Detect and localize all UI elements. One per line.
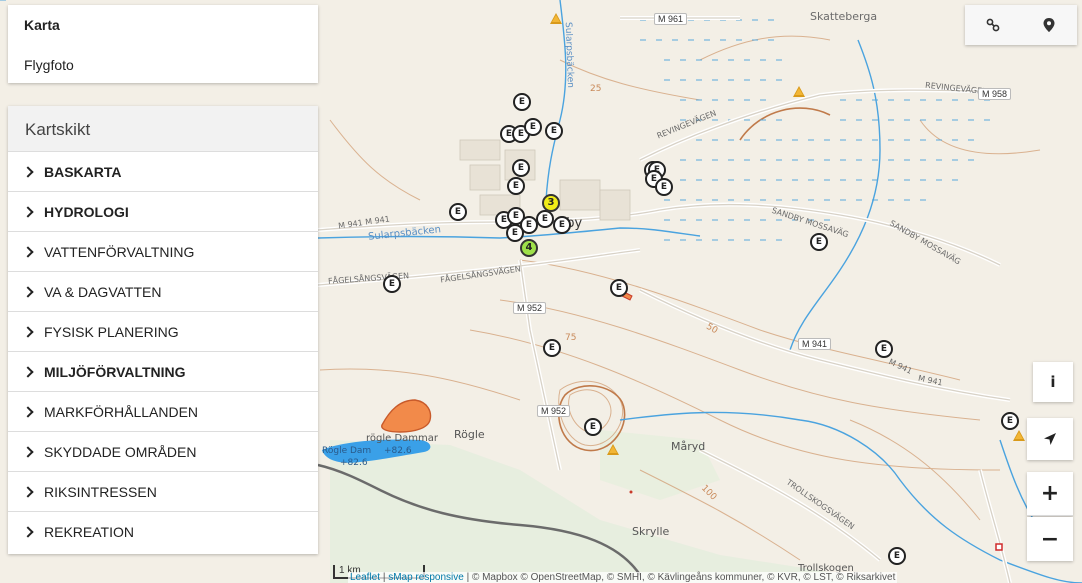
leaflet-link[interactable]: Leaflet bbox=[350, 572, 380, 583]
warning-triangle-marker[interactable] bbox=[550, 13, 562, 24]
layer-group-label: FYSISK PLANERING bbox=[44, 324, 179, 340]
place-label-skrylle: Skrylle bbox=[632, 525, 670, 538]
map-marker-e[interactable]: E bbox=[513, 93, 531, 111]
share-link-button[interactable] bbox=[965, 5, 1021, 45]
layer-group-rekreation[interactable]: REKREATION bbox=[8, 512, 318, 552]
place-label-rogle-dam: Rögle Dam bbox=[322, 446, 372, 456]
elevation-label-2: +82.6 bbox=[340, 458, 368, 468]
chevron-right-icon bbox=[22, 326, 34, 338]
warning-triangle-marker[interactable] bbox=[607, 444, 619, 455]
chevron-right-icon bbox=[22, 406, 34, 418]
map-cluster-marker[interactable]: 4 bbox=[520, 239, 538, 257]
attribution-text: | © Mapbox © OpenStreetMap, © SMHI, © Kä… bbox=[466, 572, 896, 583]
layer-group-label: SKYDDADE OMRÅDEN bbox=[44, 444, 197, 460]
map-marker-e[interactable]: E bbox=[543, 339, 561, 357]
layer-group-label: BASKARTA bbox=[44, 164, 122, 180]
elevation-label-1: +82.6 bbox=[384, 446, 412, 456]
red-square bbox=[995, 543, 1003, 551]
geolocate-button[interactable] bbox=[1027, 418, 1073, 460]
map-marker-e[interactable]: E bbox=[610, 279, 628, 297]
info-button[interactable]: i bbox=[1033, 362, 1073, 402]
layer-list: BASKARTA HYDROLOGI VATTENFÖRVALTNING VA … bbox=[8, 152, 318, 552]
top-toolbar bbox=[965, 5, 1077, 45]
layer-group-label: MILJÖFÖRVALTNING bbox=[44, 364, 186, 380]
layer-group-riksintressen[interactable]: RIKSINTRESSEN bbox=[8, 472, 318, 512]
warning-triangle-marker[interactable] bbox=[1013, 430, 1025, 441]
layer-group-label: VA & DAGVATTEN bbox=[44, 284, 162, 300]
place-label-rogle: Rögle bbox=[454, 428, 485, 441]
smap-link[interactable]: sMap responsive bbox=[388, 572, 464, 583]
map-marker-e[interactable]: E bbox=[810, 233, 828, 251]
contour-label-75: 75 bbox=[565, 333, 577, 343]
road-shield-m941: M 941 bbox=[798, 338, 832, 350]
map-marker-e[interactable]: E bbox=[383, 275, 401, 293]
layer-group-label: RIKSINTRESSEN bbox=[44, 484, 157, 500]
layer-group-label: REKREATION bbox=[44, 524, 134, 540]
place-label-maryd: Måryd bbox=[671, 440, 706, 453]
map-marker-e[interactable]: E bbox=[655, 178, 673, 196]
layer-group-label: MARKFÖRHÅLLANDEN bbox=[44, 404, 199, 420]
map-marker-e[interactable]: E bbox=[553, 216, 571, 234]
place-label-rogle-dammar: rögle Dammar bbox=[366, 433, 439, 444]
road-shield-m952-2: M 952 bbox=[537, 405, 571, 417]
road-shield-m958: M 958 bbox=[978, 88, 1012, 100]
chevron-right-icon bbox=[22, 246, 34, 258]
warning-triangle-marker[interactable] bbox=[793, 86, 805, 97]
attribution: Leaflet | sMap responsive | © Mapbox © O… bbox=[348, 572, 898, 583]
layer-group-fysisk-planering[interactable]: FYSISK PLANERING bbox=[8, 312, 318, 352]
layer-group-markforhallanden[interactable]: MARKFÖRHÅLLANDEN bbox=[8, 392, 318, 432]
map-pin-icon bbox=[1043, 18, 1055, 32]
map-marker-e[interactable]: E bbox=[449, 203, 467, 221]
layer-group-va-dagvatten[interactable]: VA & DAGVATTEN bbox=[8, 272, 318, 312]
chevron-right-icon bbox=[22, 206, 34, 218]
zoom-out-button[interactable]: − bbox=[1027, 517, 1073, 561]
road-shield-m961: M 961 bbox=[654, 13, 688, 25]
map-marker-e[interactable]: E bbox=[512, 159, 530, 177]
zoom-in-button[interactable]: + bbox=[1027, 472, 1073, 516]
layer-group-skyddade-omraden[interactable]: SKYDDADE OMRÅDEN bbox=[8, 432, 318, 472]
chevron-right-icon bbox=[22, 286, 34, 298]
layer-group-vattenforvaltning[interactable]: VATTENFÖRVALTNING bbox=[8, 232, 318, 272]
layer-group-baskarta[interactable]: BASKARTA bbox=[8, 152, 318, 192]
chevron-right-icon bbox=[22, 366, 34, 378]
layer-group-label: HYDROLOGI bbox=[44, 204, 129, 220]
contour-label-25: 25 bbox=[590, 84, 602, 94]
map-marker-e[interactable]: E bbox=[536, 210, 554, 228]
road-shield-m952: M 952 bbox=[513, 302, 547, 314]
map-marker-e[interactable]: E bbox=[545, 122, 563, 140]
chevron-right-icon bbox=[22, 526, 34, 538]
chevron-right-icon bbox=[22, 486, 34, 498]
map-cluster-marker[interactable]: 3 bbox=[542, 194, 560, 212]
layer-group-miljoforvaltning[interactable]: MILJÖFÖRVALTNING bbox=[8, 352, 318, 392]
map-marker-e[interactable]: E bbox=[888, 547, 906, 565]
chevron-right-icon bbox=[22, 446, 34, 458]
layer-panel-title: Kartskikt bbox=[8, 106, 318, 152]
map-marker-e[interactable]: E bbox=[507, 177, 525, 195]
map-marker-e[interactable]: E bbox=[1001, 412, 1019, 430]
chevron-right-icon bbox=[22, 166, 34, 178]
layer-group-hydrologi[interactable]: HYDROLOGI bbox=[8, 192, 318, 232]
map-marker-e[interactable]: E bbox=[506, 224, 524, 242]
basemap-option-flygfoto[interactable]: Flygfoto bbox=[24, 57, 74, 73]
layer-group-label: VATTENFÖRVALTNING bbox=[44, 244, 195, 260]
basemap-option-karta[interactable]: Karta bbox=[24, 17, 60, 33]
layer-panel: Kartskikt BASKARTA HYDROLOGI VATTENFÖRVA… bbox=[8, 106, 318, 554]
place-label-skatteberga: Skatteberga bbox=[810, 10, 878, 23]
link-icon bbox=[986, 18, 1000, 32]
locate-arrow-icon bbox=[1044, 433, 1056, 445]
map-marker-e[interactable]: E bbox=[524, 118, 542, 136]
location-marker-button[interactable] bbox=[1021, 5, 1077, 45]
basemap-selector: Karta Flygfoto bbox=[8, 5, 318, 83]
map-marker-e[interactable]: E bbox=[875, 340, 893, 358]
map-marker-e[interactable]: E bbox=[584, 418, 602, 436]
